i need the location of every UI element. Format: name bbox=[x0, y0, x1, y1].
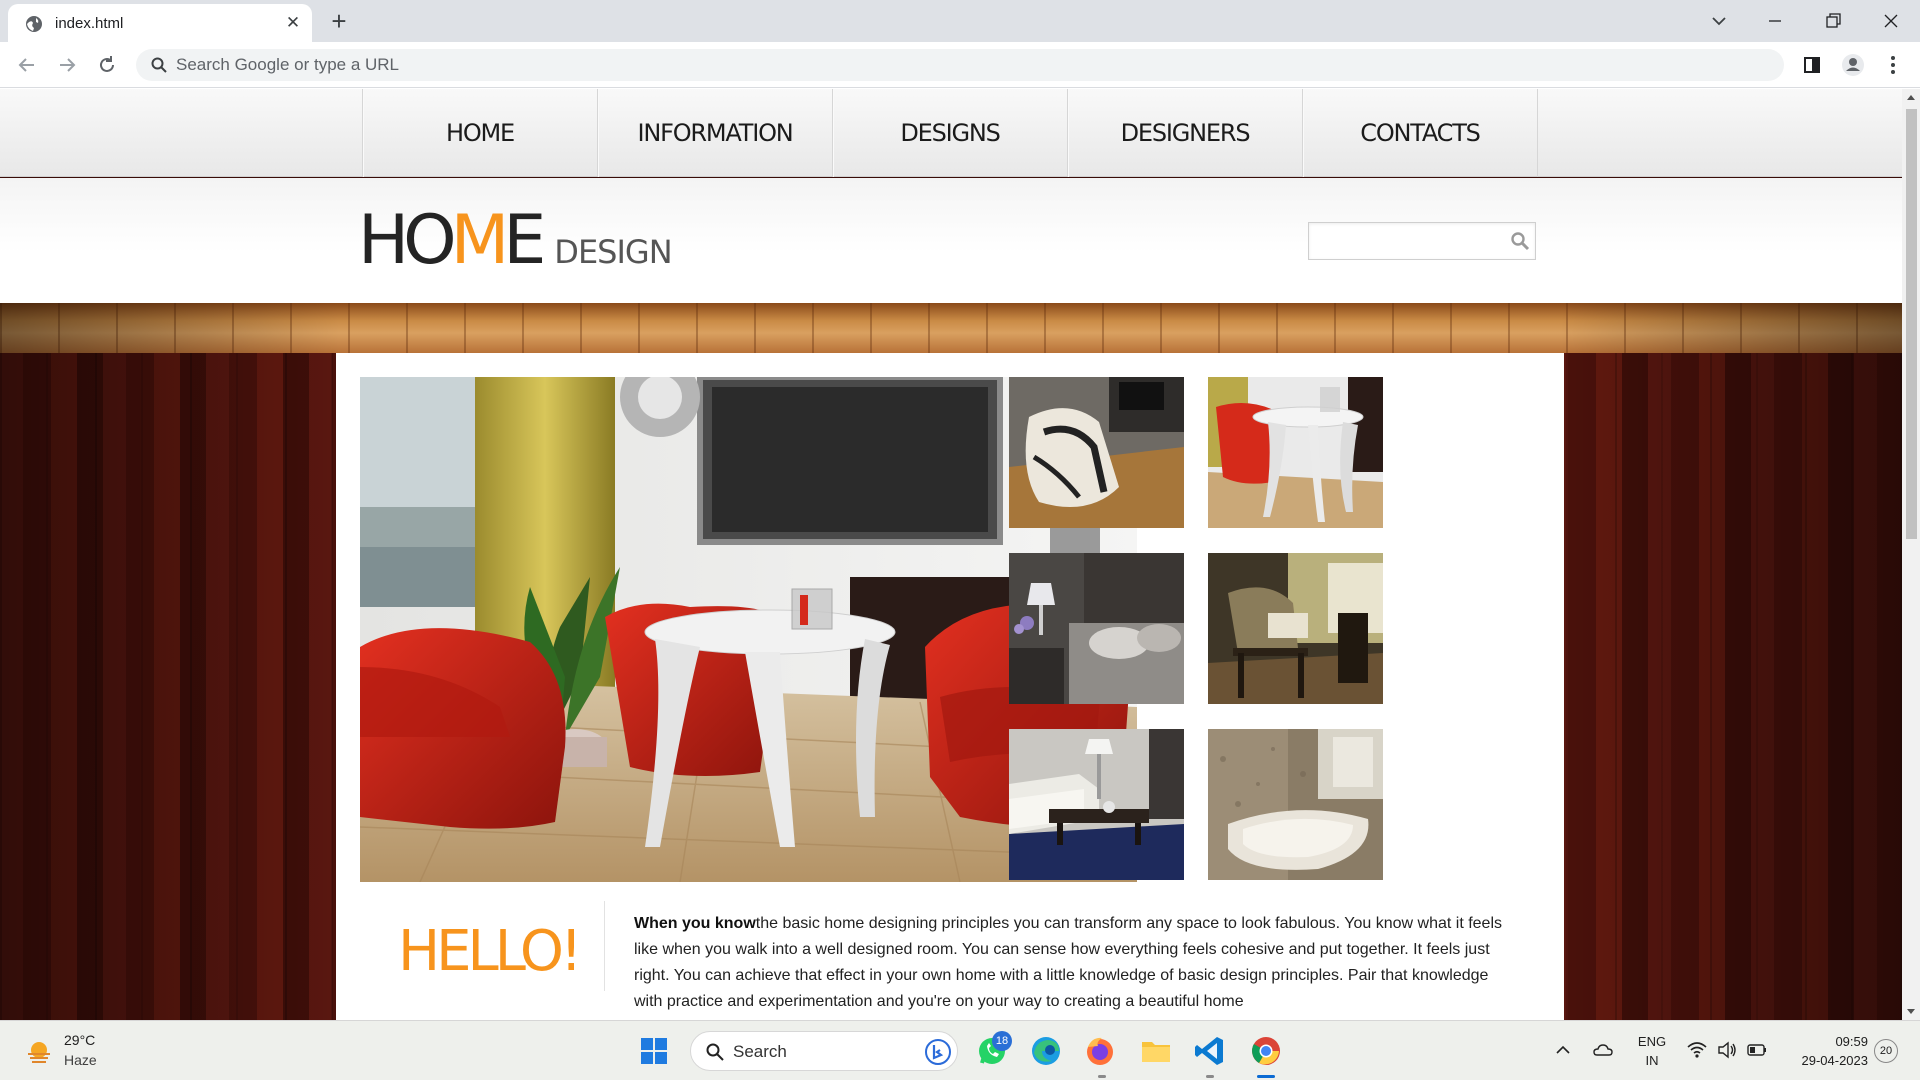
page-viewport: HOME INFORMATION DESIGNS DESIGNERS CONTA… bbox=[0, 89, 1902, 1020]
site-search-box[interactable] bbox=[1308, 222, 1536, 260]
weather-condition[interactable]: Haze bbox=[64, 1052, 97, 1068]
thumb-wooden-chair-illustration bbox=[1208, 553, 1383, 704]
thumb-white-chair[interactable] bbox=[1009, 377, 1184, 528]
wifi-icon[interactable] bbox=[1686, 1039, 1708, 1061]
taskbar-search[interactable]: Search bbox=[690, 1031, 958, 1071]
battery-icon[interactable] bbox=[1746, 1039, 1768, 1061]
thumb-red-chairs-illustration bbox=[1208, 377, 1383, 528]
thumb-living-room[interactable] bbox=[1009, 729, 1184, 880]
nav-designs[interactable]: DESIGNS bbox=[833, 89, 1068, 177]
back-arrow-icon[interactable] bbox=[12, 50, 42, 80]
chrome-active-indicator bbox=[1257, 1075, 1275, 1078]
input-language-code: ENG bbox=[1637, 1034, 1667, 1049]
forward-arrow-icon[interactable] bbox=[52, 50, 82, 80]
windows-start-icon[interactable] bbox=[636, 1033, 672, 1069]
close-tab-icon[interactable]: ✕ bbox=[282, 12, 304, 34]
site-navigation: HOME INFORMATION DESIGNS DESIGNERS CONTA… bbox=[0, 89, 1902, 177]
vscode-icon[interactable] bbox=[1192, 1033, 1228, 1069]
logo-part-e: E bbox=[503, 201, 546, 280]
thumb-red-chairs[interactable] bbox=[1208, 377, 1383, 528]
new-tab-button[interactable]: + bbox=[324, 6, 354, 36]
browser-tabstrip: index.html ✕ + bbox=[0, 0, 1920, 42]
intro-lead: When you know bbox=[634, 915, 756, 932]
file-explorer-icon[interactable] bbox=[1138, 1033, 1174, 1069]
nav-information[interactable]: INFORMATION bbox=[598, 89, 833, 177]
logo-suffix: DESIGN bbox=[554, 233, 672, 271]
restore-icon[interactable] bbox=[1818, 6, 1848, 36]
wood-shade-right bbox=[1560, 303, 1902, 1020]
bing-icon[interactable] bbox=[925, 1039, 951, 1065]
whatsapp-badge: 18 bbox=[992, 1031, 1012, 1051]
thumb-wooden-chair[interactable] bbox=[1208, 553, 1383, 704]
clock-date: 29-04-2023 bbox=[1801, 1053, 1869, 1068]
address-input[interactable] bbox=[176, 53, 1756, 77]
taskbar-search-label: Search bbox=[733, 1042, 787, 1061]
scrollbar-thumb[interactable] bbox=[1906, 109, 1917, 539]
site-search-input[interactable] bbox=[1317, 229, 1497, 253]
site-menu: HOME INFORMATION DESIGNS DESIGNERS CONTA… bbox=[362, 89, 1538, 177]
clock-time: 09:59 bbox=[1835, 1034, 1868, 1049]
content-panel: HELLO! When you knowthe basic home desig… bbox=[336, 353, 1564, 1020]
edge-icon[interactable] bbox=[1028, 1033, 1064, 1069]
thumb-bedroom[interactable] bbox=[1009, 553, 1184, 704]
chevron-up-icon[interactable] bbox=[1552, 1039, 1574, 1061]
minimize-icon[interactable] bbox=[1760, 6, 1790, 36]
tab-search-icon[interactable] bbox=[1704, 6, 1734, 36]
system-clock[interactable]: 09:59 29-04-2023 bbox=[1786, 1032, 1869, 1070]
thumb-white-chair-illustration bbox=[1009, 377, 1184, 528]
chrome-icon[interactable] bbox=[1248, 1033, 1284, 1069]
vscode-running-indicator bbox=[1206, 1075, 1214, 1078]
intro-paragraph: When you knowthe basic home designing pr… bbox=[634, 911, 1504, 1015]
search-icon bbox=[151, 57, 167, 73]
volume-icon[interactable] bbox=[1716, 1039, 1738, 1061]
logo-part-ho: HO bbox=[358, 201, 457, 280]
thumb-living-room-illustration bbox=[1009, 729, 1184, 880]
thumb-bathroom[interactable] bbox=[1208, 729, 1383, 880]
weather-temperature[interactable]: 29°C bbox=[64, 1032, 95, 1048]
search-icon[interactable] bbox=[1509, 230, 1531, 252]
logo-part-m: M bbox=[450, 201, 510, 280]
address-bar[interactable] bbox=[136, 49, 1784, 81]
more-menu-icon[interactable] bbox=[1878, 50, 1908, 80]
scroll-down-arrow-icon[interactable] bbox=[1906, 1006, 1916, 1016]
page-scrollbar[interactable] bbox=[1902, 89, 1920, 1020]
globe-icon bbox=[26, 16, 42, 32]
input-language[interactable]: ENG IN bbox=[1634, 1032, 1670, 1070]
scroll-up-arrow-icon[interactable] bbox=[1906, 93, 1916, 103]
browser-tab[interactable]: index.html ✕ bbox=[8, 4, 312, 42]
input-language-region: IN bbox=[1645, 1053, 1659, 1068]
windows-taskbar: 29°C Haze Search 18 ENG IN 09:59 29-04-2… bbox=[0, 1020, 1920, 1080]
reload-icon[interactable] bbox=[92, 50, 122, 80]
browser-toolbar bbox=[0, 42, 1920, 88]
intro-text: the basic home designing principles you … bbox=[634, 915, 1502, 1010]
thumb-bathroom-illustration bbox=[1208, 729, 1383, 880]
nav-designers[interactable]: DESIGNERS bbox=[1068, 89, 1303, 177]
nav-home[interactable]: HOME bbox=[363, 89, 598, 177]
tab-title: index.html bbox=[55, 15, 124, 32]
nav-contacts[interactable]: CONTACTS bbox=[1303, 89, 1538, 177]
notification-count-badge[interactable]: 20 bbox=[1874, 1039, 1898, 1063]
onedrive-cloud-icon[interactable] bbox=[1592, 1039, 1614, 1061]
intro-divider bbox=[604, 901, 605, 991]
search-icon bbox=[706, 1043, 724, 1061]
firefox-icon[interactable] bbox=[1082, 1033, 1118, 1069]
side-panel-icon[interactable] bbox=[1797, 50, 1827, 80]
thumb-bedroom-illustration bbox=[1009, 553, 1184, 704]
hello-heading: HELLO! bbox=[398, 919, 582, 984]
site-logo[interactable]: HOME DESIGN bbox=[358, 201, 673, 280]
firefox-running-indicator bbox=[1098, 1075, 1106, 1078]
haze-weather-icon[interactable] bbox=[24, 1037, 54, 1067]
close-window-icon[interactable] bbox=[1876, 6, 1906, 36]
profile-avatar-icon[interactable] bbox=[1838, 50, 1868, 80]
wood-shade-left bbox=[0, 303, 340, 1020]
